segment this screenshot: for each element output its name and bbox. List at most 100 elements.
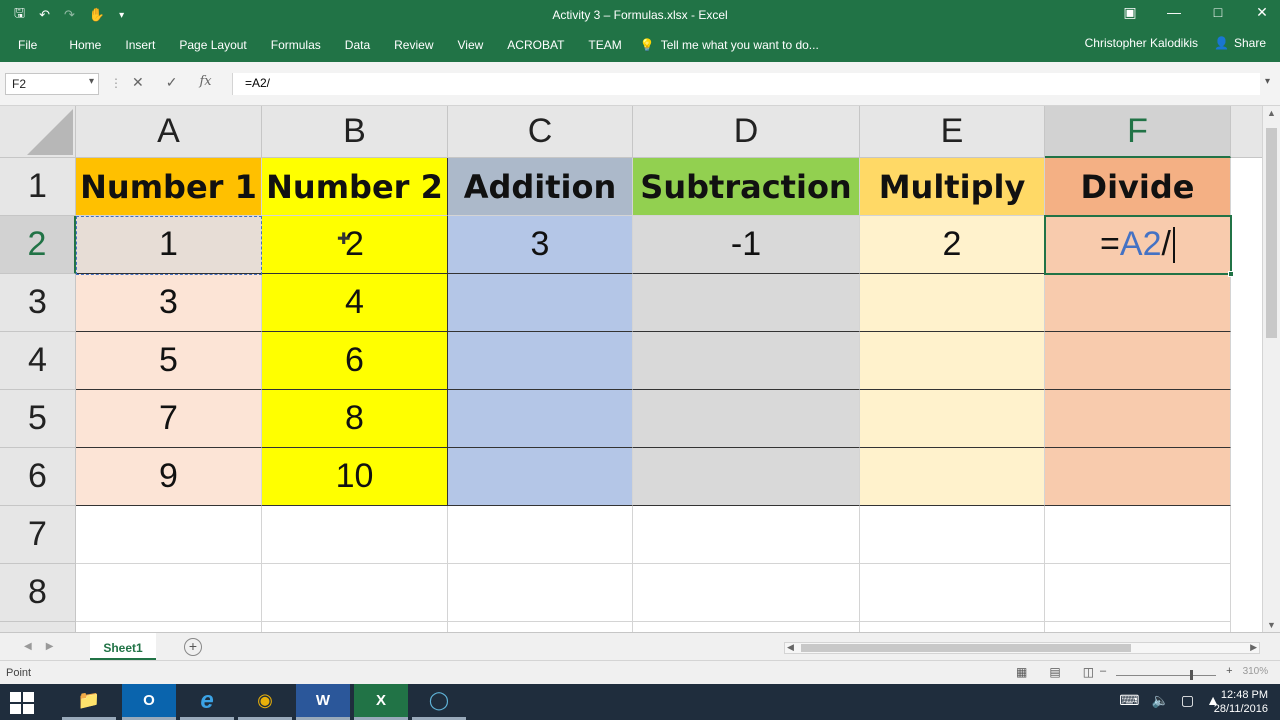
cell-c1-addition-header[interactable]: Addition bbox=[448, 158, 633, 216]
sheet-next-icon[interactable]: ▶ bbox=[46, 641, 54, 652]
chrome-icon[interactable]: ◉ bbox=[238, 684, 292, 720]
cell-e9[interactable] bbox=[860, 622, 1045, 632]
row-header-9[interactable] bbox=[0, 622, 76, 632]
tab-view[interactable]: View bbox=[446, 38, 496, 52]
cell-b1-number2-header[interactable]: Number 2 bbox=[262, 158, 448, 216]
row-header-7[interactable]: 7 bbox=[0, 506, 76, 564]
file-explorer-icon[interactable]: 📁 bbox=[62, 684, 116, 720]
scroll-down-icon[interactable]: ▼ bbox=[1267, 620, 1276, 630]
cell-d9[interactable] bbox=[633, 622, 860, 632]
share-button[interactable]: 👤 Share bbox=[1214, 36, 1266, 50]
cell-d8[interactable] bbox=[633, 564, 860, 622]
cell-b5[interactable]: 8 bbox=[262, 390, 448, 448]
cell-a9[interactable] bbox=[76, 622, 262, 632]
outlook-icon[interactable]: O bbox=[122, 684, 176, 720]
cell-c2[interactable]: 3 bbox=[448, 216, 633, 274]
formula-input[interactable]: =A2/ bbox=[232, 73, 1260, 95]
cell-d4[interactable] bbox=[633, 332, 860, 390]
tab-insert[interactable]: Insert bbox=[113, 38, 167, 52]
page-layout-view-icon[interactable]: ▤ bbox=[1049, 665, 1060, 679]
cell-f6[interactable] bbox=[1045, 448, 1231, 506]
name-box[interactable]: F2 ▾ bbox=[5, 73, 99, 95]
undo-icon[interactable]: ↶ bbox=[39, 7, 50, 23]
row-header-8[interactable]: 8 bbox=[0, 564, 76, 622]
sheet-tab-sheet1[interactable]: Sheet1 bbox=[90, 633, 156, 661]
cell-c9[interactable] bbox=[448, 622, 633, 632]
cell-f7[interactable] bbox=[1045, 506, 1231, 564]
save-icon[interactable]: 🖫 bbox=[14, 4, 25, 26]
cell-d3[interactable] bbox=[633, 274, 860, 332]
scroll-up-icon[interactable]: ▲ bbox=[1267, 108, 1276, 118]
cell-a5[interactable]: 7 bbox=[76, 390, 262, 448]
cancel-icon[interactable]: ✕ bbox=[132, 74, 144, 91]
scroll-left-icon[interactable]: ◀ bbox=[787, 642, 794, 653]
expand-formula-bar-icon[interactable]: ▾ bbox=[1265, 76, 1270, 87]
vertical-scrollbar[interactable]: ▲ ▼ bbox=[1262, 106, 1280, 632]
language-icon[interactable]: ▢ bbox=[1181, 692, 1194, 709]
touch-mode-icon[interactable]: ✋ bbox=[89, 7, 105, 23]
word-icon[interactable]: W bbox=[296, 684, 350, 720]
cell-e4[interactable] bbox=[860, 332, 1045, 390]
row-header-1[interactable]: 1 bbox=[0, 158, 76, 216]
select-all-button[interactable] bbox=[0, 106, 76, 158]
cell-a4[interactable]: 5 bbox=[76, 332, 262, 390]
minimize-icon[interactable]: — bbox=[1164, 4, 1184, 21]
column-header-a[interactable]: A bbox=[76, 106, 262, 158]
cell-b7[interactable] bbox=[262, 506, 448, 564]
enter-icon[interactable]: ✓ bbox=[166, 74, 178, 91]
cell-f5[interactable] bbox=[1045, 390, 1231, 448]
volume-icon[interactable]: 🔈 bbox=[1151, 692, 1168, 709]
tab-formulas[interactable]: Formulas bbox=[259, 38, 333, 52]
cell-c4[interactable] bbox=[448, 332, 633, 390]
column-header-c[interactable]: C bbox=[448, 106, 633, 158]
cell-f9[interactable] bbox=[1045, 622, 1231, 632]
horizontal-scrollbar[interactable]: ◀ ▶ bbox=[784, 642, 1260, 654]
cell-c6[interactable] bbox=[448, 448, 633, 506]
scroll-right-icon[interactable]: ▶ bbox=[1250, 642, 1257, 653]
cell-c5[interactable] bbox=[448, 390, 633, 448]
redo-icon[interactable]: ↷ bbox=[64, 7, 75, 23]
cell-e3[interactable] bbox=[860, 274, 1045, 332]
customize-qat-icon[interactable]: ▾ bbox=[119, 10, 124, 21]
row-header-6[interactable]: 6 bbox=[0, 448, 76, 506]
cell-b8[interactable] bbox=[262, 564, 448, 622]
zoom-in-icon[interactable]: + bbox=[1226, 665, 1232, 677]
tab-data[interactable]: Data bbox=[333, 38, 382, 52]
excel-icon[interactable]: X bbox=[354, 684, 408, 720]
cell-b9[interactable] bbox=[262, 622, 448, 632]
column-header-b[interactable]: B bbox=[262, 106, 448, 158]
column-header-e[interactable]: E bbox=[860, 106, 1045, 158]
cell-e6[interactable] bbox=[860, 448, 1045, 506]
tab-page-layout[interactable]: Page Layout bbox=[167, 38, 258, 52]
cell-b4[interactable]: 6 bbox=[262, 332, 448, 390]
tab-review[interactable]: Review bbox=[382, 38, 445, 52]
column-header-f[interactable]: F bbox=[1045, 106, 1231, 158]
internet-explorer-icon[interactable]: e bbox=[180, 684, 234, 720]
tab-team[interactable]: TEAM bbox=[576, 38, 633, 52]
cell-d6[interactable] bbox=[633, 448, 860, 506]
zoom-out-icon[interactable]: – bbox=[1100, 665, 1106, 677]
cell-a2[interactable]: 1 bbox=[76, 216, 262, 274]
cell-f4[interactable] bbox=[1045, 332, 1231, 390]
cell-e1-multiply-header[interactable]: Multiply bbox=[860, 158, 1045, 216]
zoom-level[interactable]: 310% bbox=[1243, 666, 1269, 677]
taskbar-clock[interactable]: 12:48 PM 28/11/2016 bbox=[1214, 688, 1268, 716]
ribbon-display-icon[interactable]: ▣ bbox=[1120, 4, 1140, 21]
normal-view-icon[interactable]: ▦ bbox=[1016, 665, 1027, 679]
cell-f1-divide-header[interactable]: Divide bbox=[1045, 158, 1231, 216]
cell-e5[interactable] bbox=[860, 390, 1045, 448]
column-header-d[interactable]: D bbox=[633, 106, 860, 158]
cortana-icon[interactable]: ◯ bbox=[412, 684, 466, 720]
tab-file[interactable]: File bbox=[0, 38, 57, 52]
user-name[interactable]: Christopher Kalodikis bbox=[1085, 36, 1198, 50]
cell-c8[interactable] bbox=[448, 564, 633, 622]
tab-home[interactable]: Home bbox=[57, 38, 113, 52]
row-header-3[interactable]: 3 bbox=[0, 274, 76, 332]
cell-f3[interactable] bbox=[1045, 274, 1231, 332]
cell-e2[interactable]: 2 bbox=[860, 216, 1045, 274]
sheet-prev-icon[interactable]: ◀ bbox=[24, 641, 32, 652]
cell-d1-subtraction-header[interactable]: Subtraction bbox=[633, 158, 860, 216]
cell-a8[interactable] bbox=[76, 564, 262, 622]
cell-b3[interactable]: 4 bbox=[262, 274, 448, 332]
row-header-4[interactable]: 4 bbox=[0, 332, 76, 390]
